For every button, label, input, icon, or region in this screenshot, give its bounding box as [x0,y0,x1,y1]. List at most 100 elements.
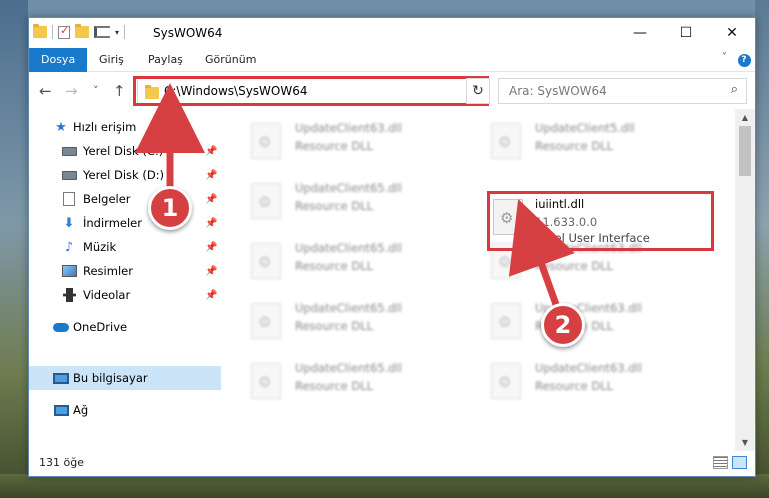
address-highlight-box [133,76,489,106]
pin-icon[interactable]: 📌 [205,242,217,253]
sidebar-item-label: Müzik [83,240,117,254]
drive-icon [61,144,77,158]
navigation-pane: ★ Hızlı erişim Yerel Disk (C:) 📌 Yerel D… [29,109,221,451]
search-icon: ⌕ [730,82,738,97]
vertical-scrollbar[interactable]: ▲ ▼ [735,109,755,451]
star-icon: ★ [55,119,67,135]
file-name: UpdateClient63.dll [295,121,402,135]
tab-dosya[interactable]: Dosya [29,48,88,72]
computer-icon [53,371,69,385]
pin-icon[interactable]: 📌 [205,170,217,181]
sidebar-item-label: Bu bilgisayar [73,371,148,385]
item-count: 131 öğe [39,456,84,469]
sidebar-item-music[interactable]: ♪ Müzik 📌 [29,235,221,259]
forward-button[interactable]: → [65,82,78,100]
title-bar: ▾ SysWOW64 — ☐ ✕ [29,18,755,48]
pin-icon[interactable]: 📌 [205,218,217,229]
properties-check-icon[interactable] [58,24,70,39]
sidebar-item-videos[interactable]: Videolar 📌 [29,283,221,307]
drive-icon [61,168,77,182]
file-tile[interactable]: UpdateClient63.dll Resource DLL [241,115,471,167]
file-type: Resource DLL [295,319,374,333]
quick-access-toolbar: ▾ [33,24,126,39]
file-type: Resource DLL [295,139,374,153]
expand-ribbon-chevron-icon[interactable]: ˅ [722,52,727,63]
dll-file-icon [251,363,281,399]
tab-giris[interactable]: Giriş [87,48,136,72]
back-button[interactable]: ← [39,82,52,100]
help-icon: ? [737,53,751,67]
dll-file-icon [251,303,281,339]
tab-gorunum[interactable]: Görünüm [193,48,268,72]
file-list: UpdateClient63.dll Resource DLL UpdateCl… [221,109,735,451]
status-bar: 131 öğe [29,451,755,476]
file-highlight-box [487,191,714,251]
scroll-up-arrow-icon[interactable]: ▲ [735,109,755,126]
new-folder-icon[interactable] [75,24,89,38]
file-name: UpdateClient65.dll [295,301,402,315]
search-input[interactable]: Ara: SysWOW64 ⌕ [498,78,747,104]
pictures-icon [61,264,77,278]
dll-file-icon [491,303,521,339]
toolbar-divider [124,25,126,39]
sidebar-item-pictures[interactable]: Resimler 📌 [29,259,221,283]
file-tile[interactable]: UpdateClient65.dll Resource DLL [241,175,471,227]
file-tile[interactable]: UpdateClient65.dll Resource DLL [241,295,471,347]
sidebar-item-label: Hızlı erişim [73,120,137,134]
sidebar-item-local-disk-c[interactable]: Yerel Disk (C:) 📌 [29,139,221,163]
scrollbar-thumb[interactable] [739,126,751,176]
dll-file-icon [491,363,521,399]
file-name: UpdateClient65.dll [295,361,402,375]
file-name: UpdateClient63.dll [535,361,642,375]
sidebar-item-label: Videolar [83,288,131,302]
window-controls: — ☐ ✕ [617,18,755,48]
sidebar-item-downloads[interactable]: ⬇ İndirmeler 📌 [29,211,221,235]
file-tile[interactable]: UpdateClient65.dll Resource DLL [241,355,471,407]
sidebar-item-onedrive[interactable]: OneDrive [29,315,221,339]
customize-toolbar-caret-icon[interactable]: ▾ [115,28,119,37]
help-button[interactable]: ? [733,48,755,72]
minimize-button[interactable]: — [617,18,663,48]
sidebar-item-quick-access[interactable]: ★ Hızlı erişim [29,115,221,139]
view-options-icon[interactable] [94,26,110,38]
file-type: Resource DLL [295,379,374,393]
step-callout-2: 2 [541,303,585,347]
file-name: UpdateClient65.dll [295,241,402,255]
pin-icon[interactable]: 📌 [205,290,217,301]
refresh-button[interactable]: ↻ [466,78,490,104]
tab-paylas[interactable]: Paylaş [136,48,195,72]
file-type: Resource DLL [535,259,614,273]
file-tile[interactable]: UpdateClient63.dll Resource DLL [481,355,711,407]
dll-file-icon [251,123,281,159]
navigation-bar: ← → ˅ ↑ C:\Windows\SysWOW64 ˅ ↻ Ara: Sys… [29,73,755,109]
file-name: UpdateClient5.dll [535,121,635,135]
close-button[interactable]: ✕ [709,18,755,48]
up-button[interactable]: ↑ [113,82,126,100]
file-type: Resource DLL [295,199,374,213]
sidebar-item-label: İndirmeler [83,216,142,230]
view-toggle [713,456,747,469]
sidebar-item-documents[interactable]: Belgeler 📌 [29,187,221,211]
recent-locations-button[interactable]: ˅ [93,84,99,97]
desktop-background-left [0,0,28,498]
pin-icon[interactable]: 📌 [205,146,217,157]
file-tile[interactable]: UpdateClient63.dll Resource DLL [481,295,711,347]
file-type: Resource DLL [535,379,614,393]
sidebar-item-label: Yerel Disk (C:) [83,144,164,158]
details-view-icon[interactable] [713,456,728,469]
ribbon-tabs: Dosya Giriş Paylaş Görünüm ˅ ? [29,48,755,72]
sidebar-item-network[interactable]: Ağ [29,398,221,422]
sidebar-item-this-pc[interactable]: Bu bilgisayar [29,366,221,390]
file-type: Resource DLL [535,139,614,153]
maximize-button[interactable]: ☐ [663,18,709,48]
file-tile[interactable]: UpdateClient5.dll Resource DLL [481,115,711,167]
scroll-down-arrow-icon[interactable]: ▼ [735,434,755,451]
sidebar-item-local-disk-d[interactable]: Yerel Disk (D:) 📌 [29,163,221,187]
tiles-view-icon[interactable] [732,456,747,469]
pin-icon[interactable]: 📌 [205,266,217,277]
search-placeholder: Ara: SysWOW64 [509,84,607,98]
file-tile[interactable]: UpdateClient65.dll Resource DLL [241,235,471,287]
dll-file-icon [251,243,281,279]
music-icon: ♪ [64,239,74,255]
pin-icon[interactable]: 📌 [205,194,217,205]
